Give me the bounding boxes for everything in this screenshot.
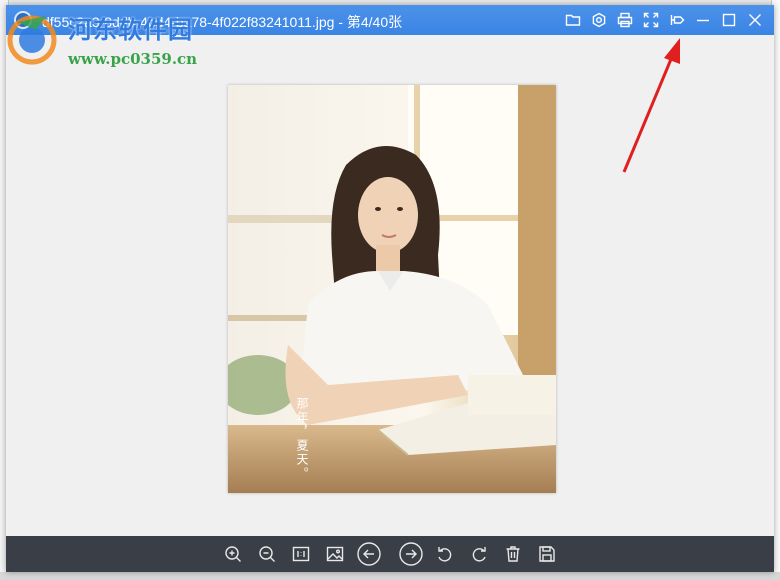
rotate-right-icon: [472, 547, 486, 562]
bottom-toolbar: [6, 536, 774, 572]
print-button[interactable]: [612, 5, 638, 35]
rotate-left-icon: [438, 547, 452, 562]
folder-icon: [565, 14, 581, 26]
photo-caption: 那年，夏天。: [295, 397, 309, 481]
fullscreen-button[interactable]: [638, 5, 664, 35]
titlebar-controls: [560, 5, 768, 35]
delete-icon: [506, 546, 520, 562]
zoom-out-icon: [259, 546, 275, 562]
fullscreen-icon: [643, 12, 659, 28]
next-image-button[interactable]: [394, 536, 428, 572]
close-button[interactable]: [742, 5, 768, 35]
zoom-out-button[interactable]: [250, 536, 284, 572]
save-icon: [539, 546, 555, 562]
zoom-in-button[interactable]: [216, 536, 250, 572]
desktop-bottom-edge: [0, 572, 780, 580]
settings-button[interactable]: [586, 5, 612, 35]
actual-size-icon: [292, 546, 310, 562]
displayed-photo[interactable]: 那年，夏天。: [228, 85, 556, 493]
open-folder-button[interactable]: [560, 5, 586, 35]
delete-button[interactable]: [496, 536, 530, 572]
watermark-title: 河东软件园: [68, 15, 193, 44]
pin-on-top-button[interactable]: [664, 5, 690, 35]
image-viewer-window: df55c2a3-8ddb-4bd4-ba78-4f022f83241011.j…: [6, 5, 774, 572]
fit-image-icon: [326, 546, 344, 562]
site-watermark: 河东软件园 www.pc0359.cn: [6, 6, 206, 70]
close-icon: [749, 14, 761, 26]
settings-icon: [592, 12, 606, 28]
previous-icon: [357, 542, 381, 566]
watermark-url: www.pc0359.cn: [68, 50, 198, 68]
rotate-right-button[interactable]: [462, 536, 496, 572]
rotate-left-button[interactable]: [428, 536, 462, 572]
print-icon: [617, 12, 633, 28]
zoom-in-icon: [225, 546, 241, 562]
maximize-icon: [722, 13, 736, 27]
actual-size-button[interactable]: [284, 536, 318, 572]
save-button[interactable]: [530, 536, 564, 572]
pin-icon: [670, 15, 685, 25]
watermark-logo-icon: [7, 15, 57, 65]
maximize-button[interactable]: [716, 5, 742, 35]
minimize-button[interactable]: [690, 5, 716, 35]
photo-image: [228, 85, 556, 493]
next-icon: [399, 542, 423, 566]
minimize-icon: [697, 19, 709, 22]
fit-image-button[interactable]: [318, 536, 352, 572]
previous-image-button[interactable]: [352, 536, 386, 572]
